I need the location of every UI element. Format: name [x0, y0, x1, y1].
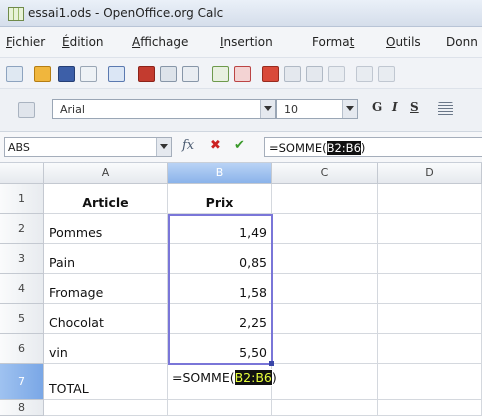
cell-d8[interactable]: [378, 400, 482, 416]
formula-bar: ABS fx ✖ ✔ =SOMME(B2:B6): [0, 132, 482, 163]
formula-range-ref: B2:B6: [326, 141, 361, 155]
cell-d4[interactable]: [378, 274, 482, 304]
chevron-down-icon[interactable]: [260, 100, 275, 118]
cell-b4[interactable]: 1,58: [168, 274, 272, 304]
row-header-8[interactable]: 8: [0, 400, 44, 416]
window-title: essai1.ods - OpenOffice.org Calc: [28, 6, 224, 20]
chevron-down-icon[interactable]: [342, 100, 357, 118]
range-resize-handle[interactable]: [269, 361, 274, 366]
cell-c2[interactable]: [272, 214, 378, 244]
underline-button[interactable]: S: [410, 100, 419, 114]
row-header-5[interactable]: 5: [0, 304, 44, 334]
cell-d6[interactable]: [378, 334, 482, 364]
cell-a3[interactable]: Pain: [44, 244, 168, 274]
cell-d5[interactable]: [378, 304, 482, 334]
name-box[interactable]: ABS: [4, 137, 172, 157]
formatting-toolbar: Arial 10 G I S: [0, 89, 482, 132]
undo-icon[interactable]: [356, 66, 373, 82]
menu-edition[interactable]: Édition: [62, 35, 104, 49]
cell-c4[interactable]: [272, 274, 378, 304]
cell-d3[interactable]: [378, 244, 482, 274]
cell-b6[interactable]: 5,50: [168, 334, 272, 364]
cell-b2[interactable]: 1,49: [168, 214, 272, 244]
row-header-4[interactable]: 4: [0, 274, 44, 304]
row-header-7[interactable]: 7: [0, 364, 44, 400]
cell-a7[interactable]: TOTAL: [44, 364, 168, 400]
cell-d2[interactable]: [378, 214, 482, 244]
menu-format[interactable]: Format: [312, 35, 354, 49]
column-header-d[interactable]: D: [378, 163, 482, 184]
cell-a1[interactable]: Article: [44, 184, 168, 214]
font-size-value: 10: [284, 103, 298, 116]
column-header-c[interactable]: C: [272, 163, 378, 184]
cell-c7[interactable]: [272, 364, 378, 400]
calc-app-icon: [8, 7, 24, 21]
italic-button[interactable]: I: [392, 100, 398, 114]
cell-a5[interactable]: Chocolat: [44, 304, 168, 334]
function-wizard-icon[interactable]: fx: [182, 138, 194, 153]
cell-c3[interactable]: [272, 244, 378, 274]
email-icon[interactable]: [80, 66, 97, 82]
new-document-icon[interactable]: [6, 66, 23, 82]
menu-insertion[interactable]: Insertion: [220, 35, 273, 49]
menu-outils[interactable]: Outils: [386, 35, 421, 49]
edit-mode-icon[interactable]: [108, 66, 125, 82]
cell-c8[interactable]: [272, 400, 378, 416]
row-header-3[interactable]: 3: [0, 244, 44, 274]
menu-fichier[interactable]: Fichier: [6, 35, 45, 49]
cell-c6[interactable]: [272, 334, 378, 364]
save-icon[interactable]: [58, 66, 75, 82]
styles-icon[interactable]: [18, 102, 35, 118]
editor-range-ref: B2:B6: [234, 370, 272, 385]
font-name-value: Arial: [60, 103, 85, 116]
formula-input[interactable]: =SOMME(B2:B6): [264, 137, 482, 157]
menu-affichage[interactable]: Affichage: [132, 35, 188, 49]
accept-icon[interactable]: ✔: [234, 138, 245, 153]
redo-icon[interactable]: [378, 66, 395, 82]
copy-icon[interactable]: [284, 66, 301, 82]
spellcheck-icon[interactable]: [212, 66, 229, 82]
cell-a2[interactable]: Pommes: [44, 214, 168, 244]
row-header-1[interactable]: 1: [0, 184, 44, 214]
open-folder-icon[interactable]: [34, 66, 51, 82]
cell-a4[interactable]: Fromage: [44, 274, 168, 304]
formula-text: =SOMME(B2:B6): [269, 141, 366, 155]
cell-b1[interactable]: Prix: [168, 184, 272, 214]
cell-a6[interactable]: vin: [44, 334, 168, 364]
cell-b8[interactable]: [168, 400, 272, 416]
menu-bar: Fichier Édition Affichage Insertion Form…: [0, 27, 482, 58]
row-header-6[interactable]: 6: [0, 334, 44, 364]
column-header-a[interactable]: A: [44, 163, 168, 184]
cell-c5[interactable]: [272, 304, 378, 334]
paste-icon[interactable]: [306, 66, 323, 82]
print-preview-icon[interactable]: [182, 66, 199, 82]
autospellcheck-icon[interactable]: [234, 66, 251, 82]
align-left-icon[interactable]: [438, 102, 453, 116]
cell-editor-b7[interactable]: =SOMME(B2:B6): [170, 369, 279, 386]
cell-d1[interactable]: [378, 184, 482, 214]
cell-b3[interactable]: 0,85: [168, 244, 272, 274]
title-bar: essai1.ods - OpenOffice.org Calc: [0, 0, 482, 27]
cut-icon[interactable]: [262, 66, 279, 82]
cell-c1[interactable]: [272, 184, 378, 214]
chevron-down-icon[interactable]: [156, 138, 171, 156]
cell-d7[interactable]: [378, 364, 482, 400]
cell-b5[interactable]: 2,25: [168, 304, 272, 334]
standard-toolbar: [0, 58, 482, 89]
bold-button[interactable]: G: [372, 100, 382, 114]
name-box-value: ABS: [8, 141, 30, 154]
cancel-icon[interactable]: ✖: [210, 138, 221, 153]
menu-donnees[interactable]: Donn: [446, 35, 478, 49]
font-size-combo[interactable]: 10: [276, 99, 358, 119]
column-header-b[interactable]: B: [168, 163, 272, 184]
clone-format-icon[interactable]: [328, 66, 345, 82]
font-name-combo[interactable]: Arial: [52, 99, 276, 119]
print-icon[interactable]: [160, 66, 177, 82]
spreadsheet-grid[interactable]: A B C D 1 2 3 4 5 6 7 8 Article Prix Pom…: [0, 163, 482, 416]
row-header-2[interactable]: 2: [0, 214, 44, 244]
cell-a8[interactable]: [44, 400, 168, 416]
export-pdf-icon[interactable]: [138, 66, 155, 82]
select-all-corner[interactable]: [0, 163, 44, 184]
